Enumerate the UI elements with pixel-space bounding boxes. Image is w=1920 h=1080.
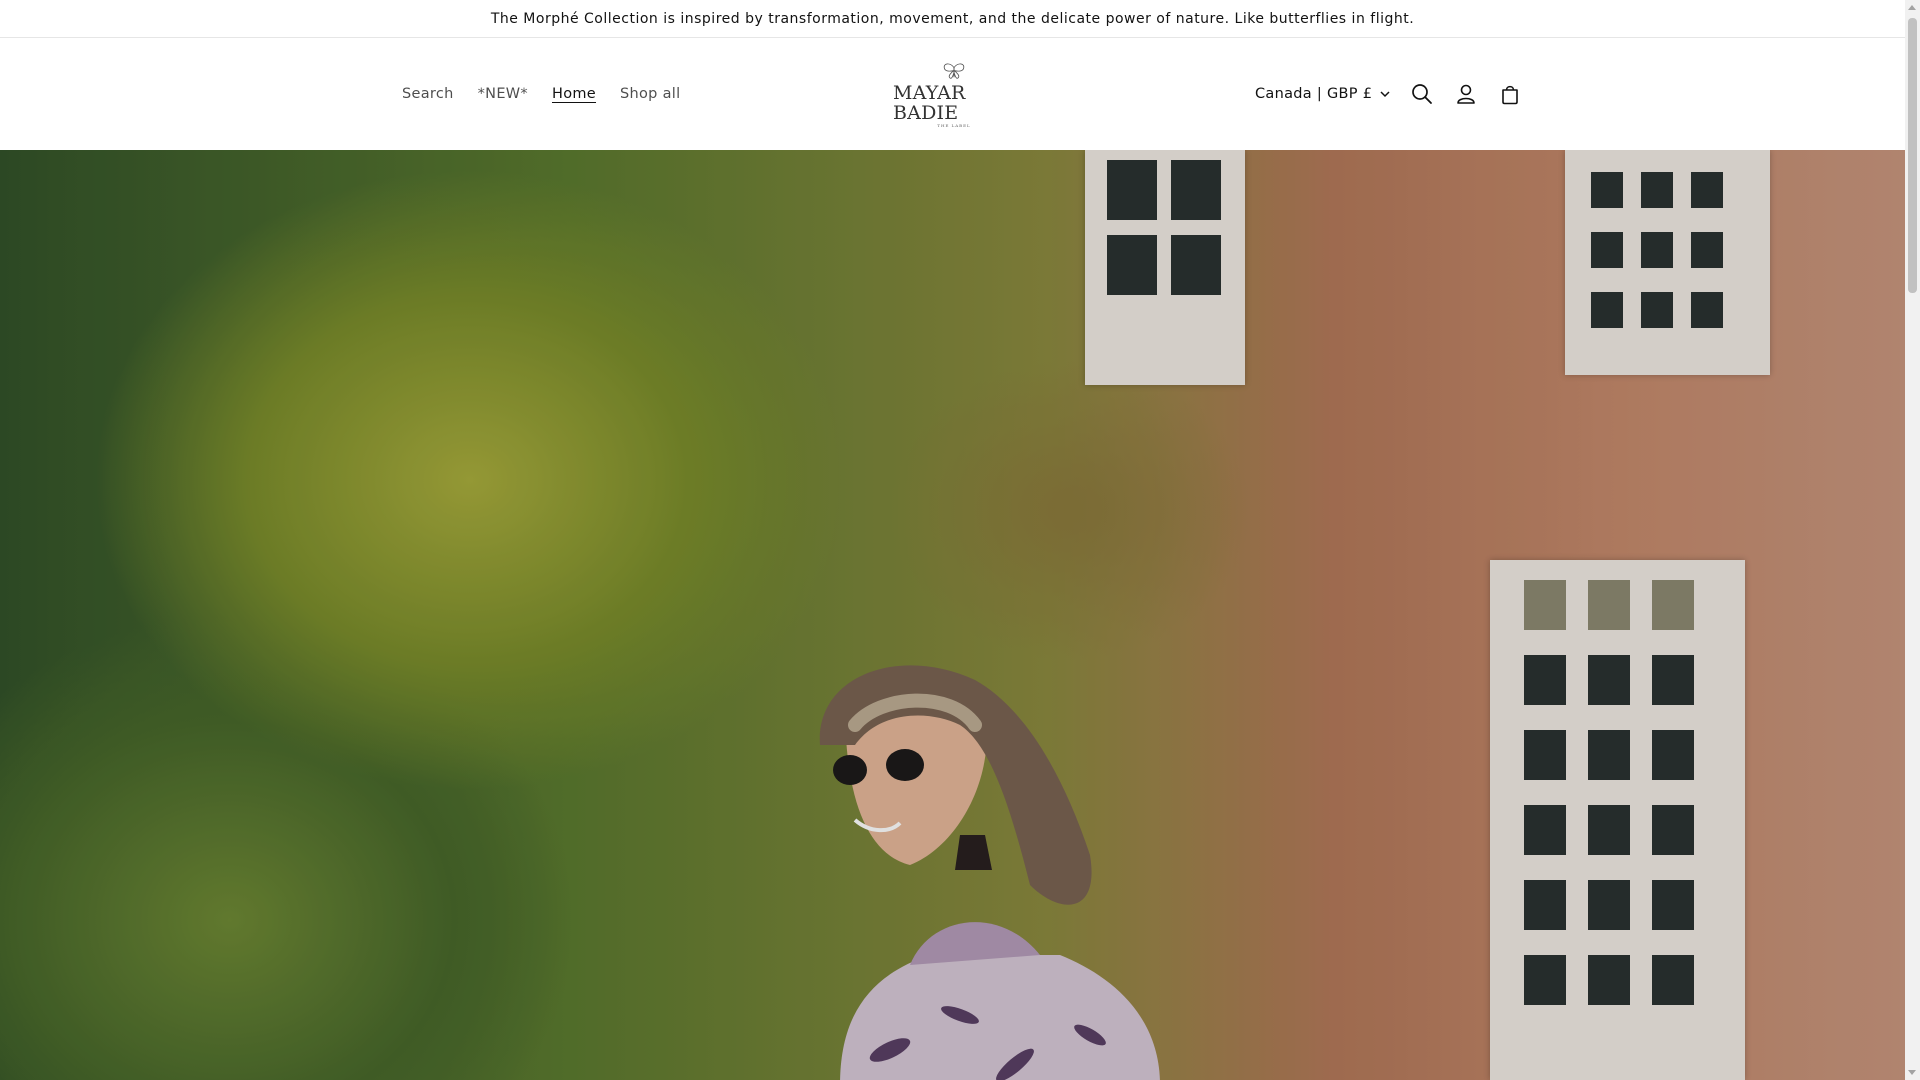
- country-currency-label: Canada | GBP £: [1255, 86, 1373, 102]
- nav-link-new[interactable]: *NEW*: [466, 78, 540, 110]
- announcement-bar: The Morphé Collection is inspired by tra…: [0, 0, 1905, 38]
- scrollbar-thumb[interactable]: [1908, 18, 1917, 293]
- page-scrollbar[interactable]: [1905, 0, 1920, 1080]
- scroll-down-arrow-icon[interactable]: [1908, 1070, 1916, 1075]
- brand-subtitle: THE LABEL: [937, 123, 971, 128]
- brand-name: MAYAR BADIE: [893, 82, 966, 124]
- chevron-down-icon: [1380, 90, 1390, 97]
- main-nav: Search *NEW* Home Shop all: [390, 38, 692, 150]
- nav-link-search[interactable]: Search: [390, 78, 466, 110]
- cart-icon: [1502, 85, 1519, 105]
- site-header: Search *NEW* Home Shop all MAYAR BADIE T…: [0, 38, 1905, 150]
- account-button[interactable]: [1444, 72, 1488, 116]
- account-icon: [1457, 84, 1476, 104]
- cart-button[interactable]: [1488, 72, 1532, 116]
- scroll-up-arrow-icon[interactable]: [1908, 5, 1916, 10]
- butterfly-icon: [943, 63, 965, 79]
- nav-link-shop-all[interactable]: Shop all: [608, 78, 692, 110]
- header-actions: Canada | GBP £: [1245, 38, 1532, 150]
- search-button[interactable]: [1400, 72, 1444, 116]
- nav-link-home[interactable]: Home: [540, 78, 608, 110]
- country-currency-selector[interactable]: Canada | GBP £: [1245, 78, 1400, 110]
- brand-logo[interactable]: MAYAR BADIE THE LABEL: [893, 62, 1015, 128]
- search-icon: [1412, 84, 1433, 104]
- hero-banner[interactable]: [0, 150, 1905, 1080]
- hero-overlay: [0, 150, 1905, 1080]
- announcement-text: The Morphé Collection is inspired by tra…: [490, 10, 1415, 27]
